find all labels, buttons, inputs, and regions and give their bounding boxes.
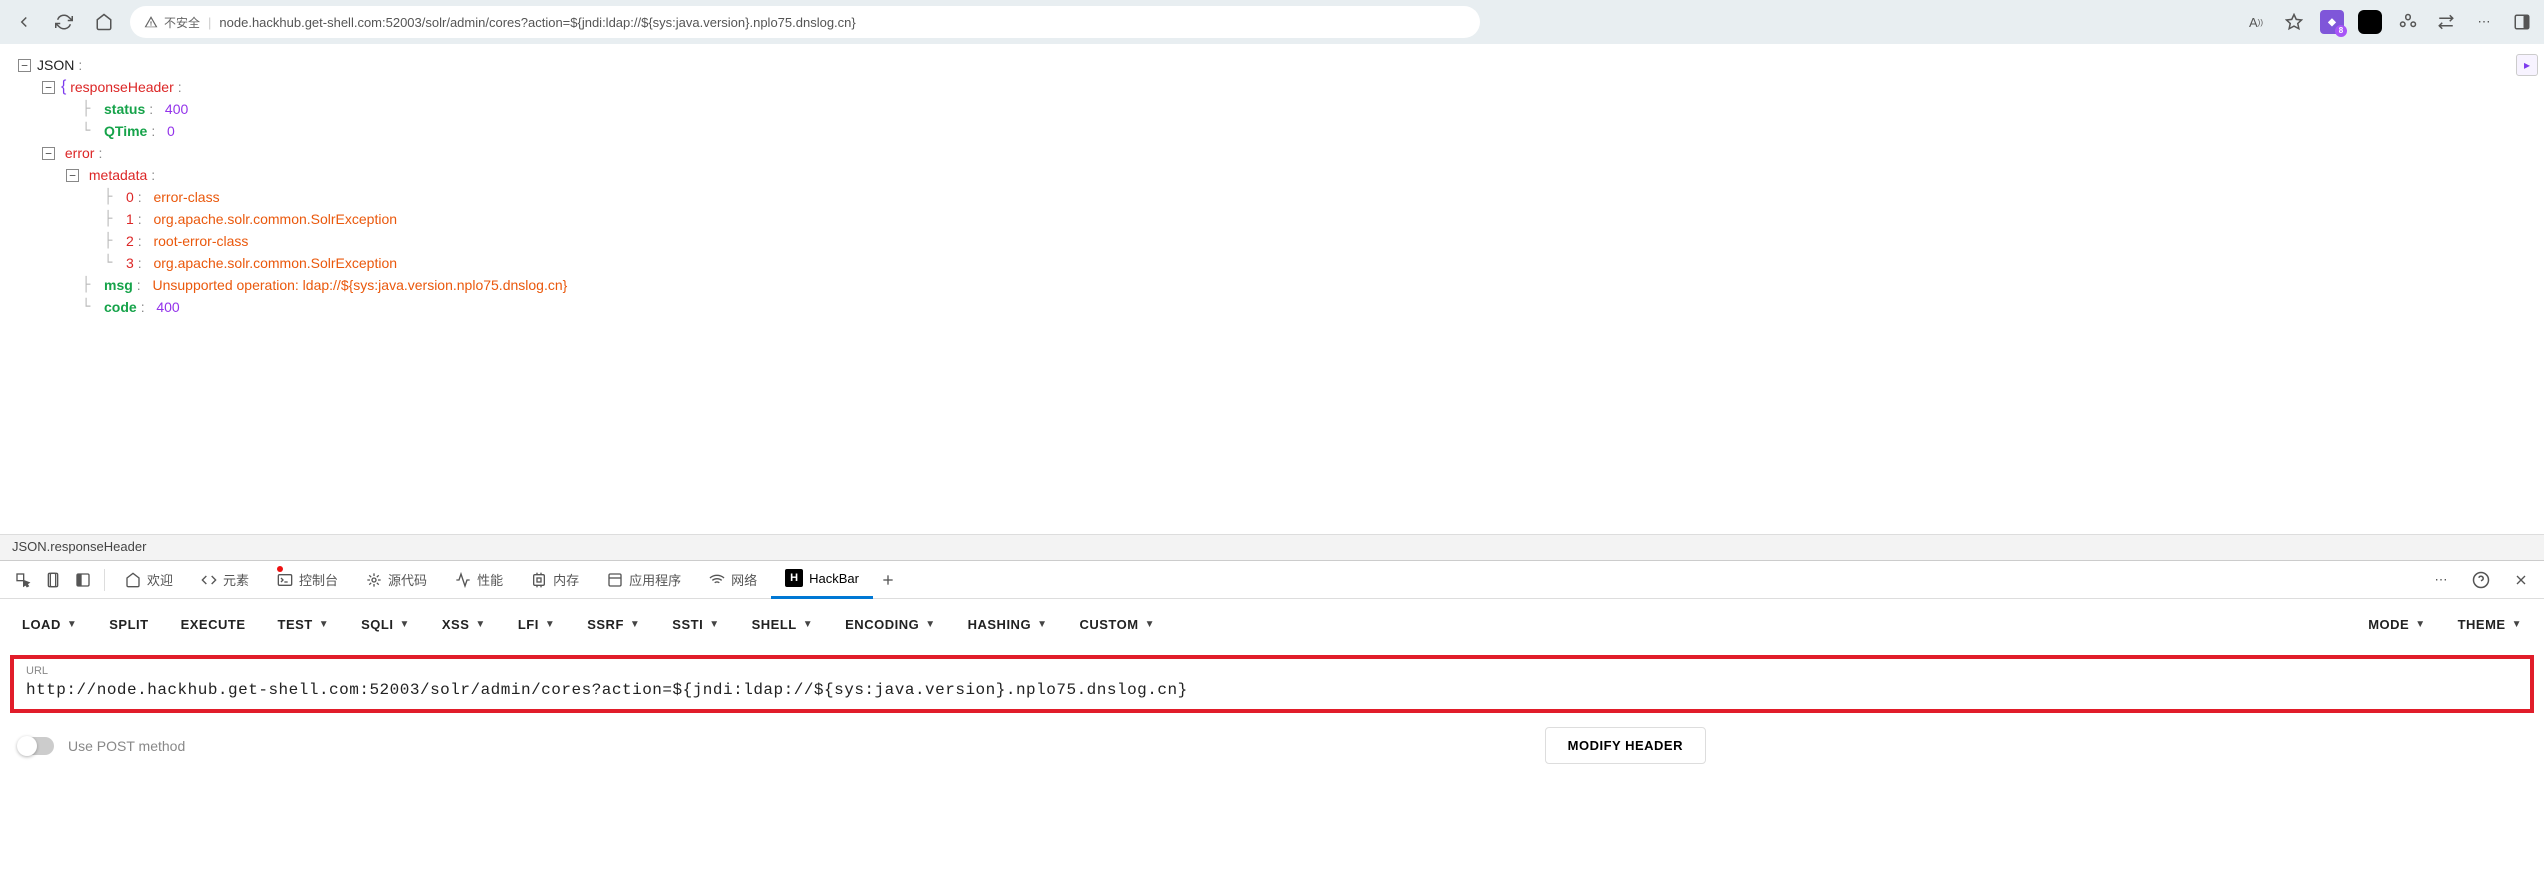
dock-icon[interactable] <box>68 565 98 595</box>
hackbar-icon: H <box>785 569 803 587</box>
sidebar-icon[interactable] <box>2510 10 2534 34</box>
security-indicator[interactable]: 不安全 <box>144 14 200 31</box>
hb-mode[interactable]: MODE▼ <box>2368 617 2425 632</box>
json-viewer: −JSON: −{ responseHeader: ├status: 400 └… <box>0 44 2544 534</box>
val-0: error-class <box>153 186 219 208</box>
post-method-label: Use POST method <box>68 738 185 754</box>
hb-split[interactable]: SPLIT <box>109 617 148 632</box>
extension-badge-1[interactable]: ◆8 <box>2320 10 2344 34</box>
refresh-button[interactable] <box>50 8 78 36</box>
key-responseHeader[interactable]: responseHeader <box>70 76 174 98</box>
favorite-icon[interactable] <box>2282 10 2306 34</box>
val-qtime: 0 <box>167 120 175 142</box>
hb-ssti[interactable]: SSTI▼ <box>672 617 719 632</box>
tab-console[interactable]: 控制台 <box>263 561 352 599</box>
idx-0: 0 <box>126 186 134 208</box>
idx-1: 1 <box>126 208 134 230</box>
val-code: 400 <box>156 296 179 318</box>
val-3: org.apache.solr.common.SolrException <box>153 252 397 274</box>
val-1: org.apache.solr.common.SolrException <box>153 208 397 230</box>
key-status[interactable]: status <box>104 98 145 120</box>
tab-elements[interactable]: 元素 <box>187 561 263 599</box>
tab-network[interactable]: 网络 <box>695 561 771 599</box>
status-bar: JSON.responseHeader <box>0 534 2544 560</box>
hackbar-bottom-row: Use POST method MODIFY HEADER <box>0 713 2544 778</box>
security-text: 不安全 <box>164 14 200 31</box>
hb-custom[interactable]: CUSTOM▼ <box>1079 617 1155 632</box>
hb-execute[interactable]: EXECUTE <box>181 617 246 632</box>
hb-load[interactable]: LOAD▼ <box>22 617 77 632</box>
json-root: JSON <box>37 54 74 76</box>
key-metadata[interactable]: metadata <box>89 164 147 186</box>
devtools-tab-strip: 欢迎 元素 控制台 源代码 性能 内存 应用程序 网络 HHackBar ⋯ <box>0 561 2544 599</box>
hb-encoding[interactable]: ENCODING▼ <box>845 617 935 632</box>
collapse-icon[interactable]: − <box>66 169 79 182</box>
hb-shell[interactable]: SHELL▼ <box>752 617 814 632</box>
inspect-icon[interactable] <box>8 565 38 595</box>
tab-performance[interactable]: 性能 <box>441 561 517 599</box>
warning-icon <box>144 15 158 29</box>
idx-2: 2 <box>126 230 134 252</box>
hb-ssrf[interactable]: SSRF▼ <box>587 617 640 632</box>
device-icon[interactable] <box>38 565 68 595</box>
hb-test[interactable]: TEST▼ <box>278 617 330 632</box>
key-msg[interactable]: msg <box>104 274 133 296</box>
devtools-more-icon[interactable]: ⋯ <box>2426 565 2456 595</box>
idx-3: 3 <box>126 252 134 274</box>
more-icon[interactable]: ⋯ <box>2472 10 2496 34</box>
devtools-panel: 欢迎 元素 控制台 源代码 性能 内存 应用程序 网络 HHackBar ⋯ L… <box>0 560 2544 778</box>
collapse-icon[interactable]: − <box>42 147 55 160</box>
val-2: root-error-class <box>153 230 248 252</box>
hackbar-url-box: URL <box>10 655 2534 713</box>
collapse-icon[interactable]: − <box>18 59 31 72</box>
collapse-icon[interactable]: − <box>42 81 55 94</box>
key-code[interactable]: code <box>104 296 137 318</box>
collections-icon[interactable] <box>2396 10 2420 34</box>
val-msg: Unsupported operation: ldap://${sys:java… <box>152 274 567 296</box>
key-error[interactable]: error <box>65 142 95 164</box>
hb-hashing[interactable]: HASHING▼ <box>968 617 1048 632</box>
home-button[interactable] <box>90 8 118 36</box>
brace-open-icon: { <box>61 76 66 98</box>
hackbar-toolbar: LOAD▼ SPLIT EXECUTE TEST▼ SQLI▼ XSS▼ LFI… <box>0 599 2544 649</box>
side-panel-toggle[interactable]: ▸ <box>2516 54 2538 76</box>
tab-application[interactable]: 应用程序 <box>593 561 695 599</box>
tab-sources[interactable]: 源代码 <box>352 561 441 599</box>
devtools-close-icon[interactable] <box>2506 565 2536 595</box>
hb-lfi[interactable]: LFI▼ <box>518 617 555 632</box>
read-aloud-icon[interactable]: A)) <box>2244 10 2268 34</box>
browser-right-tools: A)) ◆8 ⋯ <box>2244 10 2534 34</box>
hackbar-url-input[interactable] <box>26 677 2518 699</box>
post-method-toggle[interactable] <box>18 737 54 755</box>
add-tab-icon[interactable] <box>873 565 903 595</box>
tab-hackbar[interactable]: HHackBar <box>771 561 873 599</box>
key-qtime[interactable]: QTime <box>104 120 147 142</box>
hb-xss[interactable]: XSS▼ <box>442 617 486 632</box>
hb-sqli[interactable]: SQLI▼ <box>361 617 410 632</box>
modify-header-button[interactable]: MODIFY HEADER <box>1545 727 1706 764</box>
favorites-bar-icon[interactable] <box>2434 10 2458 34</box>
browser-toolbar: 不安全 | node.hackhub.get-shell.com:52003/s… <box>0 0 2544 44</box>
extension-badge-2[interactable] <box>2358 10 2382 34</box>
back-button[interactable] <box>10 8 38 36</box>
hb-theme[interactable]: THEME▼ <box>2458 617 2522 632</box>
val-status: 400 <box>165 98 188 120</box>
url-text: node.hackhub.get-shell.com:52003/solr/ad… <box>219 15 855 30</box>
tab-memory[interactable]: 内存 <box>517 561 593 599</box>
address-bar[interactable]: 不安全 | node.hackhub.get-shell.com:52003/s… <box>130 6 1480 38</box>
tab-welcome[interactable]: 欢迎 <box>111 561 187 599</box>
devtools-help-icon[interactable] <box>2466 565 2496 595</box>
url-label: URL <box>26 665 2518 677</box>
